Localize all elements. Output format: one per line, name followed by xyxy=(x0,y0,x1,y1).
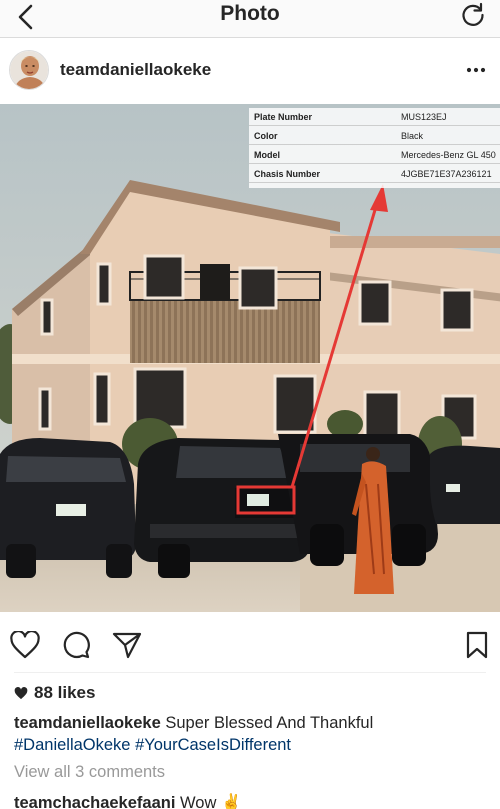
comment-text: Wow xyxy=(180,794,217,809)
vehicle-info-label: Plate Number xyxy=(254,112,313,122)
likes-count[interactable]: 88 likes xyxy=(14,683,95,703)
vehicle-info-row: Plate Number MUS123EJ xyxy=(249,108,500,126)
divider xyxy=(14,672,486,673)
post-header: teamdaniellaokeke xyxy=(0,38,500,104)
share-icon[interactable] xyxy=(110,628,144,662)
top-nav-bar: Photo xyxy=(0,0,500,38)
vehicle-info-table: Plate Number MUS123EJ Color Black Model … xyxy=(249,108,500,188)
clap-emoji-icon: ✌ xyxy=(221,794,242,809)
vehicle-info-row: Model Mercedes-Benz GL 450 xyxy=(249,146,500,164)
heart-filled-icon xyxy=(14,686,28,699)
hashtag-link[interactable]: #DaniellaOkeke xyxy=(14,736,130,754)
avatar[interactable] xyxy=(9,50,49,90)
post-username[interactable]: teamdaniellaokeke xyxy=(60,60,211,80)
comment-item: teamchachaekefaani Wow ✌ xyxy=(14,794,242,809)
caption-username[interactable]: teamdaniellaokeke xyxy=(14,714,161,732)
hashtag-link[interactable]: #YourCaseIsDifferent xyxy=(135,736,291,754)
caption-text: Super Blessed And Thankful xyxy=(165,714,374,732)
vehicle-info-label: Color xyxy=(254,131,278,141)
bookmark-icon[interactable] xyxy=(460,628,494,662)
likes-text: 88 likes xyxy=(34,683,96,702)
vehicle-info-value: Mercedes-Benz GL 450 xyxy=(401,150,496,160)
vehicle-info-row: Chasis Number 4JGBE71E37A236121 xyxy=(249,165,500,183)
post-photo[interactable]: Plate Number MUS123EJ Color Black Model … xyxy=(0,104,500,612)
vehicle-info-value: Black xyxy=(401,131,424,141)
post-caption: teamdaniellaokeke Super Blessed And Than… xyxy=(14,712,490,756)
refresh-icon[interactable] xyxy=(458,0,488,30)
more-options-icon[interactable] xyxy=(464,58,488,82)
vehicle-info-value: MUS123EJ xyxy=(401,112,447,122)
post-actions xyxy=(0,622,500,666)
vehicle-info-value: 4JGBE71E37A236121 xyxy=(401,169,492,179)
vehicle-info-label: Chasis Number xyxy=(254,169,321,179)
comment-icon[interactable] xyxy=(59,628,93,662)
vehicle-info-label: Model xyxy=(254,150,280,160)
view-all-comments-link[interactable]: View all 3 comments xyxy=(14,763,165,782)
vehicle-info-row: Color Black xyxy=(249,127,500,145)
comment-username[interactable]: teamchachaekefaani xyxy=(14,794,175,809)
heart-icon[interactable] xyxy=(8,628,42,662)
page-title: Photo xyxy=(220,2,280,25)
